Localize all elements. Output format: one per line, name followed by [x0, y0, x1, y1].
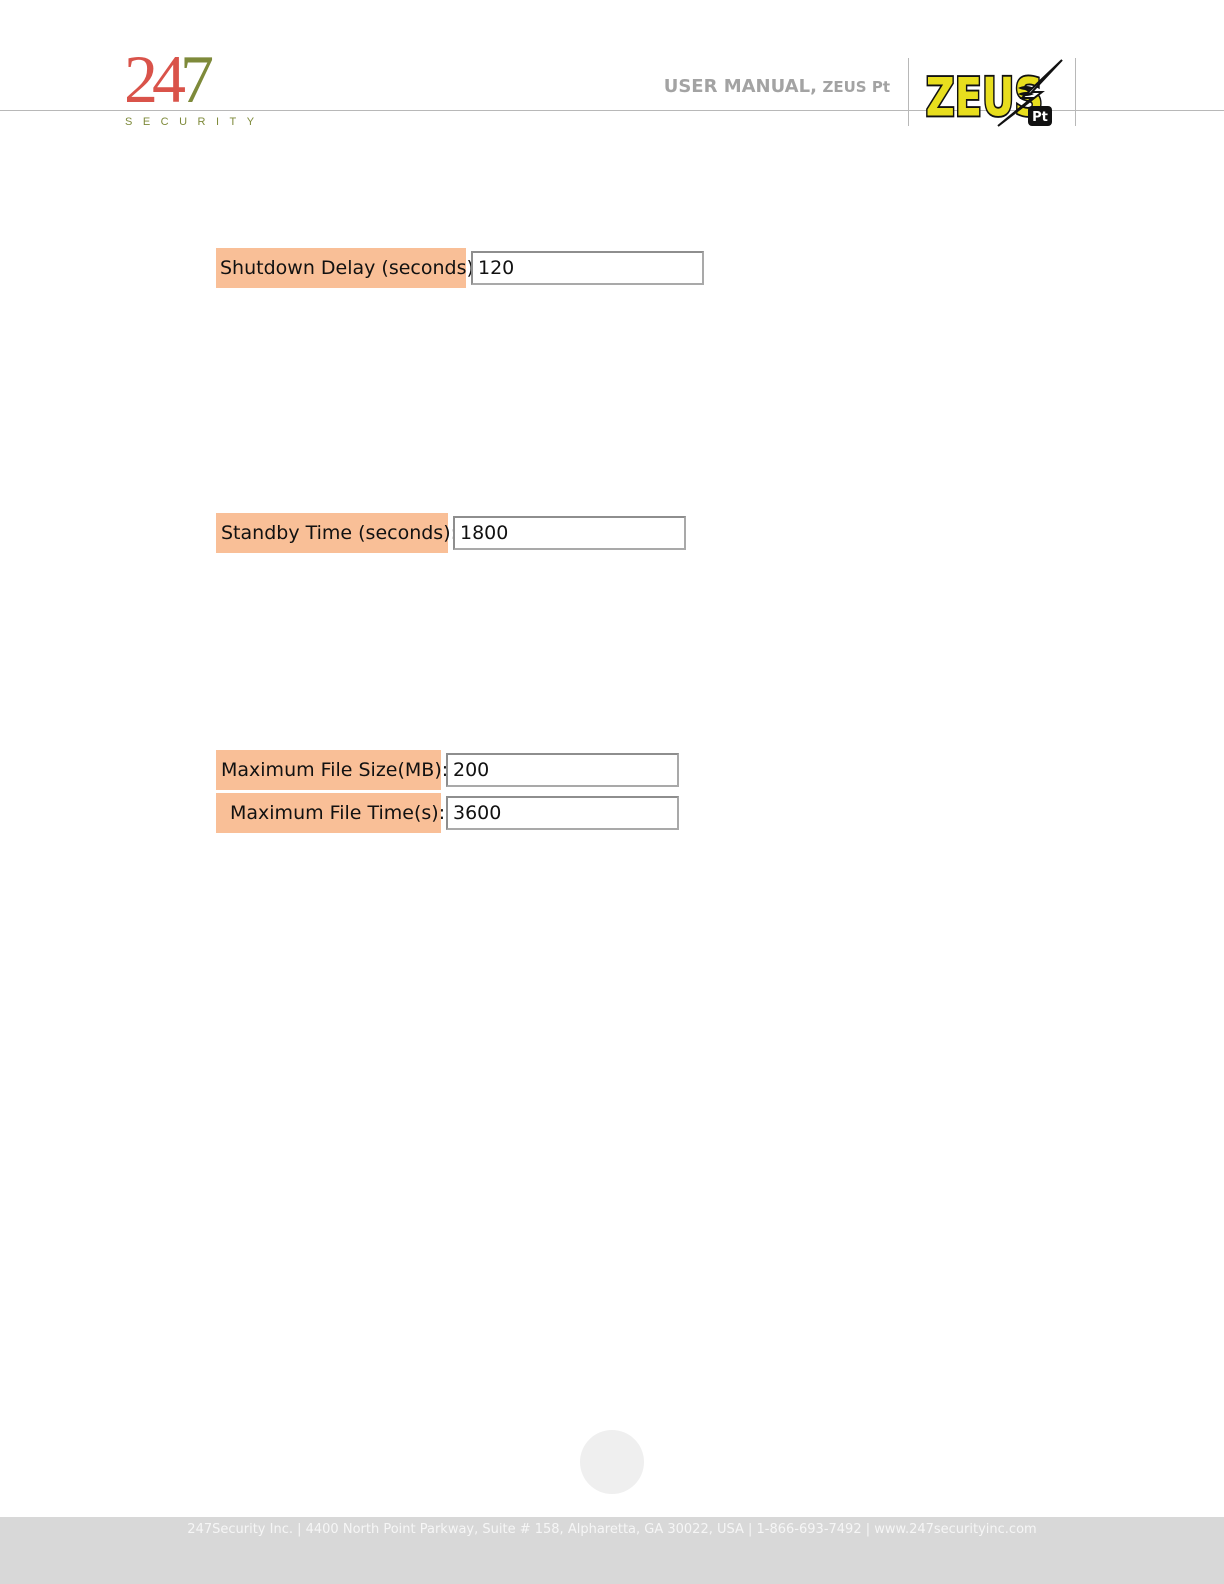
max-file-size-label: Maximum File Size(MB):: [216, 750, 448, 790]
manual-title: USER MANUAL, ZEUS Pt: [664, 76, 890, 97]
pt-badge-label: Pt: [1032, 110, 1048, 125]
zeus-pt-logo: ZEUS Pt: [922, 58, 1072, 130]
manual-product-name: ZEUS Pt: [822, 78, 891, 96]
shutdown-delay-input[interactable]: [471, 251, 704, 285]
logo-digits: 247: [124, 41, 214, 117]
header-divider-right: [1075, 58, 1076, 126]
standby-time-label: Standby Time (seconds):: [216, 513, 457, 553]
logo-wordmark: SECURITY: [125, 116, 265, 128]
max-file-time-label: Maximum File Time(s):: [216, 793, 445, 833]
shutdown-delay-label: Shutdown Delay (seconds):: [216, 248, 480, 288]
standby-time-input[interactable]: [453, 516, 686, 550]
max-file-time-input[interactable]: [446, 796, 679, 830]
header-divider-left: [908, 58, 909, 126]
zeus-logo-graphic: ZEUS Pt: [924, 59, 1063, 130]
pt-badge: Pt: [1028, 106, 1052, 126]
footer-contact-info: 247Security Inc. | 4400 North Point Park…: [187, 1522, 1037, 1537]
max-file-size-input[interactable]: [446, 753, 679, 787]
company-logo: 247 SECURITY: [124, 44, 264, 134]
manual-title-label: USER MANUAL,: [663, 76, 817, 97]
page-number-badge: [580, 1430, 644, 1494]
